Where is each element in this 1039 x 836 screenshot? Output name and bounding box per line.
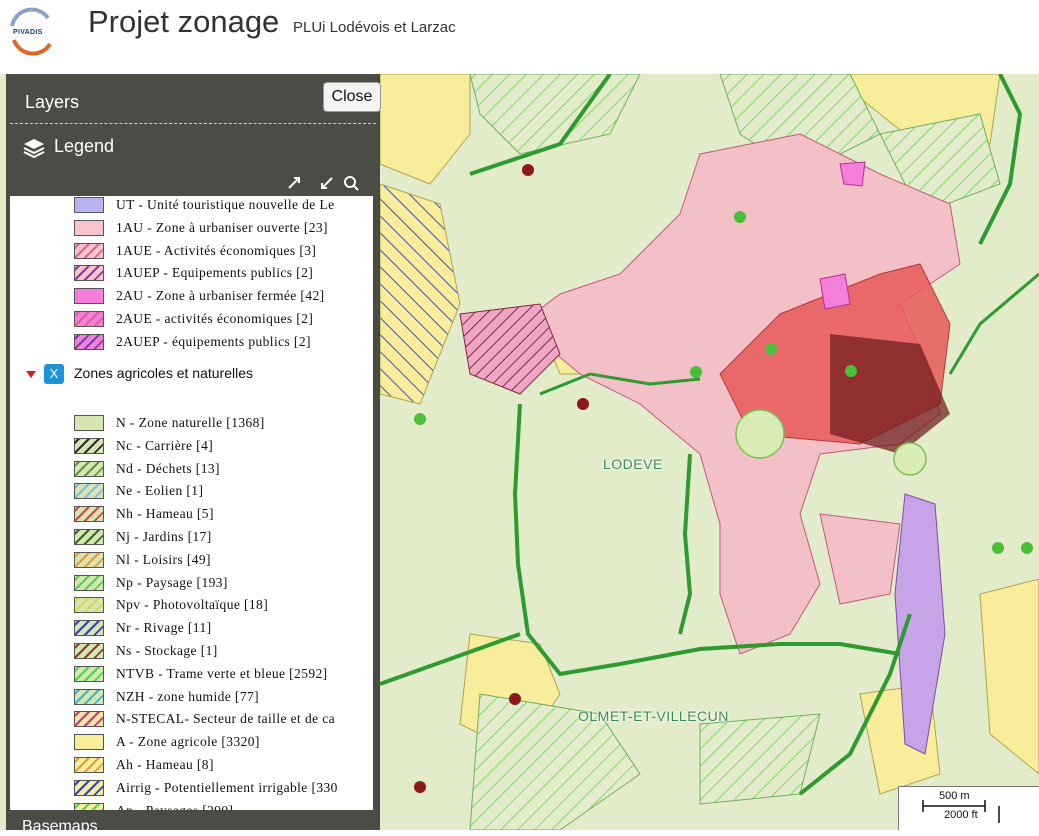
- legend-label: Ah - Hameau [8]: [116, 757, 214, 772]
- legend-label: Ap - Paysages [290]: [116, 803, 233, 810]
- panel-divider: [10, 123, 376, 124]
- legend-label: Nc - Carrière [4]: [116, 437, 214, 453]
- legend-label: Nh - Hameau [5]: [116, 506, 214, 522]
- legend-swatch: [74, 415, 104, 431]
- legend-title: Legend: [54, 136, 115, 156]
- legend-swatch: [74, 551, 104, 568]
- legend-label: Nl - Loisirs [49]: [116, 551, 211, 567]
- legend-label: 1AUE - Activités économiques [3]: [116, 242, 317, 258]
- legend-label: 2AUE - activités économiques [2]: [116, 311, 314, 326]
- legend-swatch: [74, 620, 104, 637]
- legend-swatch: [74, 219, 104, 236]
- app-subtitle: PLUi Lodévois et Larzac: [293, 19, 456, 36]
- legend-label: 1AU - Zone à urbaniser ouverte [23]: [116, 219, 328, 235]
- legend-swatch: [74, 757, 104, 773]
- legend-swatch: [74, 311, 104, 327]
- place-label-lodeve: LODEVE: [603, 456, 663, 472]
- group-checkbox[interactable]: X: [44, 364, 64, 384]
- app-title: Projet zonage: [88, 4, 280, 39]
- legend-swatch: [74, 197, 104, 213]
- legend-swatch: [74, 529, 104, 545]
- legend-label: A - Zone agricole [3320]: [116, 734, 260, 750]
- legend-label: NTVB - Trame verte et bleue [2592]: [116, 665, 328, 681]
- legend-swatch: [74, 333, 104, 350]
- legend-label: UT - Unité touristique nouvelle de Le: [116, 197, 335, 212]
- collapse-icon[interactable]: [319, 175, 335, 191]
- legend-swatch: [74, 506, 104, 523]
- legend-label: 2AU - Zone à urbaniser fermée [42]: [116, 288, 325, 304]
- legend-label: Ne - Eolien [1]: [116, 483, 204, 499]
- app-header: PIVADIS Projet zonage PLUi Lodévois et L…: [0, 0, 1039, 74]
- legend-swatch: [74, 437, 104, 454]
- legend-label: Nr - Rivage [11]: [116, 620, 212, 636]
- layers-stack-icon: [22, 137, 46, 159]
- legend-label: NZH - zone humide [77]: [116, 688, 260, 704]
- legend-label: 1AUEP - Equipements publics [2]: [116, 265, 314, 281]
- legend-label: Nj - Jardins [17]: [116, 529, 212, 544]
- legend-swatch: [74, 688, 104, 705]
- legend-swatch: [74, 643, 104, 659]
- legend-list[interactable]: X Zones agricoles et naturelles UT - Uni…: [10, 196, 373, 810]
- legend-label: N-STECAL- Secteur de taille et de ca: [116, 711, 336, 727]
- legend-label: Npv - Photovoltaïque [18]: [116, 597, 269, 613]
- legend-swatch: [74, 734, 104, 751]
- place-label-olmet: OLMET-ET-VILLECUN: [578, 708, 729, 724]
- pivadis-logo: PIVADIS: [4, 4, 56, 62]
- logo-text: PIVADIS: [13, 29, 43, 36]
- zoom-to-layer-icon[interactable]: [343, 175, 359, 191]
- legend-label: Airrig - Potentiellement irrigable [330: [116, 779, 338, 795]
- legend-label: Ns - Stockage [1]: [116, 643, 218, 658]
- legend-swatch: [74, 665, 104, 682]
- legend-swatch: [74, 288, 104, 305]
- legend-swatch: [74, 265, 104, 282]
- collapse-arrow-icon[interactable]: [26, 371, 36, 378]
- group-label: Zones agricoles et naturelles: [74, 365, 253, 381]
- legend-swatch: [74, 460, 104, 477]
- legend-swatch: [74, 242, 104, 259]
- legend-swatch: [74, 597, 104, 614]
- legend-swatch: [74, 779, 104, 796]
- legend-swatch: [74, 574, 104, 591]
- layers-title: Layers: [25, 92, 80, 112]
- legend-swatch: [74, 802, 104, 810]
- legend-label: 2AUEP - équipements publics [2]: [116, 333, 311, 349]
- legend-swatch: [74, 711, 104, 728]
- expand-icon[interactable]: [286, 175, 302, 191]
- scale-imperial: 2000 ft: [944, 809, 978, 821]
- legend-label: Nd - Déchets [13]: [116, 460, 220, 476]
- scale-bar: 500 m 2000 ft: [898, 786, 1039, 830]
- layers-panel: Layers Close Legend X Zones agricoles et…: [6, 74, 381, 835]
- close-button[interactable]: Close: [323, 82, 381, 112]
- legend-label: Np - Paysage [193]: [116, 574, 228, 590]
- basemaps-header[interactable]: Basemaps: [22, 818, 98, 836]
- legend-label: N - Zone naturelle [1368]: [116, 415, 265, 430]
- legend-swatch: [74, 483, 104, 500]
- scale-metric: 500 m: [939, 790, 970, 802]
